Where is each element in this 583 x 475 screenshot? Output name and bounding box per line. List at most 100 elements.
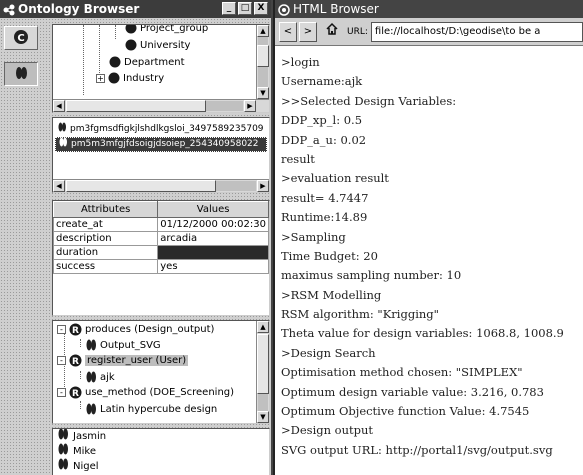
- collapse-toggle[interactable]: -: [57, 356, 66, 365]
- users-panel: Jasmin Mike Nigel: [52, 428, 270, 475]
- attribute-value[interactable]: arcadia: [157, 231, 269, 246]
- list-item-selected[interactable]: pm5m3mfgjfdsoigjdsoiep_254340958022: [55, 137, 267, 152]
- content-line: >>Selected Design Variables:: [281, 93, 457, 108]
- tree-horizontal-scrollbar[interactable]: ◀ ▶: [53, 99, 269, 112]
- class-icon: [125, 25, 137, 34]
- attribute-value[interactable]: yes: [157, 259, 269, 274]
- tree-item-label: Project_group: [140, 24, 209, 34]
- relations-vertical-scrollbar[interactable]: ▲ ▼: [256, 321, 269, 423]
- scroll-thumb[interactable]: [257, 45, 269, 67]
- expand-toggle[interactable]: +: [96, 73, 105, 83]
- content-line: Optimum Objective function Value: 4.7545: [281, 404, 530, 419]
- svg-text:R: R: [72, 357, 79, 367]
- browser-app-icon: [278, 3, 290, 18]
- ontology-browser-titlebar[interactable]: Ontology Browser _ □ X: [0, 0, 271, 18]
- content-line: Theta value for design variables: 1068.8…: [281, 326, 564, 341]
- scroll-down-button[interactable]: ▼: [257, 87, 269, 99]
- scroll-left-button[interactable]: ◀: [53, 100, 65, 112]
- table-row[interactable]: description arcadia: [53, 231, 269, 246]
- tree-item[interactable]: + Industry: [96, 72, 164, 84]
- table-row[interactable]: create_at 01/12/2000 00:02:30: [53, 217, 269, 232]
- content-line: DDP_xp_l: 0.5: [281, 113, 363, 128]
- table-row[interactable]: duration: [53, 245, 269, 260]
- relation-icon: R: [69, 386, 82, 399]
- html-browser-titlebar[interactable]: HTML Browser: [275, 0, 583, 18]
- attributes-table: Attributes Values create_at 01/12/2000 0…: [53, 201, 269, 274]
- content-line: >Sampling: [281, 229, 346, 244]
- content-line: result: [281, 151, 315, 166]
- minimize-button[interactable]: _: [222, 2, 236, 15]
- scroll-down-button[interactable]: ▼: [257, 411, 269, 423]
- tree-vertical-scrollbar[interactable]: ▲ ▼: [256, 25, 269, 99]
- relation-item[interactable]: ajk: [85, 371, 115, 383]
- browser-toolbar: < > URL: file://localhost/D:\geodise\to …: [275, 18, 583, 46]
- tree-item[interactable]: University: [125, 39, 190, 51]
- home-button[interactable]: [323, 22, 341, 42]
- relation-label: ajk: [100, 371, 115, 383]
- svg-text:R: R: [72, 326, 79, 336]
- instance-icon: [58, 137, 68, 153]
- instances-horizontal-scrollbar[interactable]: ◀ ▶: [53, 179, 269, 192]
- instance-icon: [85, 403, 97, 415]
- scroll-thumb[interactable]: [66, 100, 206, 112]
- column-header-values[interactable]: Values: [157, 201, 269, 218]
- collapse-toggle[interactable]: -: [57, 325, 66, 334]
- relation-label: Output_SVG: [100, 339, 161, 351]
- attribute-name: create_at: [53, 217, 159, 232]
- scroll-thumb[interactable]: [66, 180, 216, 192]
- list-item[interactable]: Jasmin: [55, 429, 106, 444]
- content-line: Runtime:14.89: [281, 210, 368, 225]
- content-line: Username:ajk: [281, 74, 363, 89]
- relation-icon: R: [69, 323, 82, 336]
- scroll-left-button[interactable]: ◀: [53, 180, 65, 192]
- tree-item[interactable]: Project_group: [125, 24, 209, 34]
- relation-item[interactable]: - R use_method (DOE_Screening): [57, 386, 234, 399]
- attribute-name: description: [53, 231, 159, 246]
- relation-item[interactable]: Output_SVG: [85, 339, 161, 351]
- class-icon: [109, 56, 121, 68]
- list-item[interactable]: Mike: [55, 443, 106, 459]
- url-input[interactable]: file://localhost/D:\geodise\to be a: [370, 21, 583, 42]
- attribute-value[interactable]: 01/12/2000 00:02:30: [157, 217, 269, 232]
- instance-label: pm3fgmsdfigkjlshdlkgsloi_3497589235709: [70, 124, 264, 134]
- ontology-browser-window: Ontology Browser _ □ X C Project_group U…: [0, 0, 273, 475]
- content-line: >RSM Modelling: [281, 287, 382, 302]
- maximize-button[interactable]: □: [238, 2, 252, 15]
- instance-label: pm5m3mfgjfdsoigjdsoiep_254340958022: [71, 139, 259, 149]
- class-icon: [125, 39, 137, 51]
- close-button[interactable]: X: [254, 2, 268, 15]
- ontology-app-icon: [3, 3, 15, 16]
- forward-button[interactable]: >: [299, 21, 317, 42]
- instance-view-button[interactable]: [4, 62, 38, 86]
- scroll-right-button[interactable]: ▶: [244, 100, 256, 112]
- scroll-up-button[interactable]: ▲: [257, 321, 269, 333]
- tree-item[interactable]: Department: [109, 56, 185, 68]
- instance-icon: [85, 339, 97, 351]
- list-item[interactable]: pm3fgmsdfigkjlshdlkgsloi_3497589235709: [55, 122, 267, 137]
- content-line: DDP_a_u: 0.02: [281, 132, 367, 147]
- list-item[interactable]: Nigel: [55, 458, 106, 474]
- scroll-thumb[interactable]: [257, 334, 269, 394]
- content-line: >evaluation result: [281, 171, 389, 186]
- collapse-toggle[interactable]: -: [57, 388, 66, 397]
- instances-panel: pm3fgmsdfigkjlshdlkgsloi_3497589235709 p…: [52, 117, 270, 193]
- relation-label: register_user (User): [85, 355, 189, 366]
- content-line: SVG output URL: http://portal1/svg/outpu…: [281, 442, 553, 457]
- class-view-button[interactable]: C: [4, 26, 38, 50]
- html-browser-window: HTML Browser < > URL: file://localhost/D…: [275, 0, 583, 475]
- instance-view-icon: [13, 65, 29, 84]
- scroll-up-button[interactable]: ▲: [257, 25, 269, 37]
- attribute-name: success: [53, 259, 159, 274]
- tree-item-label: University: [140, 39, 191, 51]
- column-header-attributes[interactable]: Attributes: [53, 201, 159, 218]
- content-line: Optimisation method chosen: "SIMPLEX": [281, 365, 523, 380]
- relation-icon: R: [69, 354, 82, 367]
- table-row[interactable]: success yes: [53, 259, 269, 274]
- back-button[interactable]: <: [279, 21, 297, 42]
- relation-item[interactable]: - R produces (Design_output): [57, 323, 214, 336]
- scroll-right-button[interactable]: ▶: [257, 180, 269, 192]
- relation-item[interactable]: - R register_user (User): [57, 354, 189, 367]
- relation-item[interactable]: Latin hypercube design: [85, 403, 217, 415]
- attribute-value[interactable]: [157, 245, 269, 260]
- content-line: >login: [281, 55, 320, 69]
